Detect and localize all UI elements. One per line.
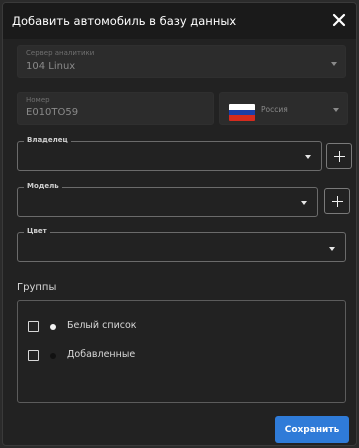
number-value: E010TO59 — [26, 107, 79, 118]
dialog-title: Добавить автомобиль в базу данных — [12, 14, 237, 28]
chevron-down-icon — [305, 155, 311, 159]
groups-list: Белый список Добавленные — [17, 300, 346, 403]
checkbox[interactable] — [28, 321, 39, 332]
checkbox[interactable] — [28, 350, 39, 361]
chevron-down-icon — [331, 62, 337, 66]
model-select[interactable]: Модель — [17, 182, 318, 217]
number-field: Номер E010TO59 — [17, 92, 214, 125]
add-vehicle-dialog: Добавить автомобиль в базу данных Сервер… — [2, 2, 357, 446]
color-label: Цвет — [24, 227, 50, 235]
group-color-dot — [50, 352, 56, 359]
close-icon-graphic — [332, 13, 346, 27]
dialog-titlebar: Добавить автомобиль в базу данных — [3, 3, 356, 39]
number-label: Номер — [26, 96, 50, 104]
server-select: Сервер аналитики 104 Linux — [17, 45, 346, 78]
groups-title: Группы — [17, 282, 57, 293]
add-model-button[interactable] — [324, 188, 350, 214]
chevron-down-icon — [333, 108, 339, 112]
owner-select[interactable]: Владелец — [17, 136, 322, 171]
country-select: Россия — [219, 92, 348, 125]
country-value: Россия — [261, 105, 288, 114]
model-label: Модель — [24, 182, 62, 190]
russia-flag-icon — [229, 104, 255, 121]
save-button[interactable]: Сохранить — [275, 416, 349, 443]
server-value: 104 Linux — [26, 61, 76, 72]
group-color-dot — [50, 323, 56, 330]
group-label: Белый список — [67, 320, 137, 331]
color-select[interactable]: Цвет — [17, 227, 346, 262]
server-label: Сервер аналитики — [26, 49, 95, 57]
add-owner-button[interactable] — [326, 143, 352, 169]
chevron-down-icon — [301, 201, 307, 205]
group-label: Добавленные — [67, 349, 136, 360]
owner-label: Владелец — [24, 136, 71, 144]
close-icon[interactable] — [330, 11, 348, 29]
flag-stripe-red — [229, 115, 255, 121]
chevron-down-icon — [329, 247, 335, 251]
